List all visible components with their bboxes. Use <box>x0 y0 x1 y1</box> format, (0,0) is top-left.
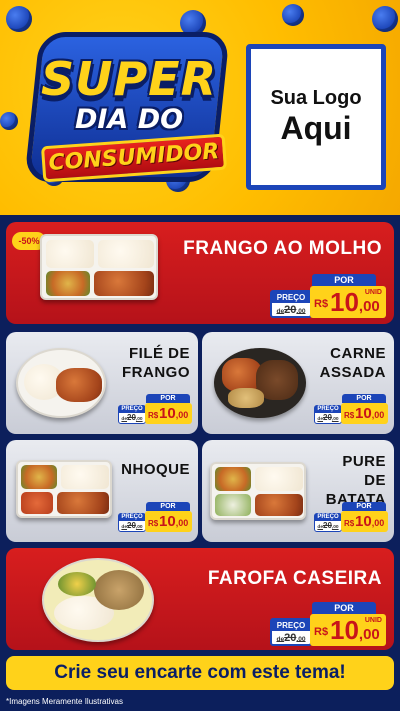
coin-icon <box>372 6 398 32</box>
current-price: R$ 10,00 UNID <box>310 286 386 318</box>
logo-text-line2: Aqui <box>280 110 352 146</box>
price-tag: POR PREÇO de20,00 R$ 10,00 <box>314 394 388 424</box>
product-name: FILÉ DE FRANGO <box>122 345 190 381</box>
food-image <box>40 234 158 300</box>
headline-dia-do: DIA DO <box>74 104 184 135</box>
food-image <box>214 348 306 418</box>
product-name: FRANGO AO MOLHO <box>183 238 382 259</box>
price-tag: POR PREÇO de20,00 R$ 10,00 <box>118 502 192 532</box>
coin-icon <box>282 4 304 26</box>
logo-text-line1: Sua Logo <box>270 87 362 109</box>
headline-super: SUPER <box>40 52 218 106</box>
food-image <box>42 558 154 642</box>
current-price: R$ 10,00 UNID <box>310 614 386 646</box>
super-dia-badge: SUPER DIA DO CONSUMIDOR <box>14 24 244 200</box>
food-image <box>16 348 106 418</box>
current-price: R$ 10,00 <box>341 403 388 424</box>
disclaimer-text: *Imagens Meramente Ilustrativas <box>6 697 123 706</box>
product-name: CARNE ASSADA <box>319 345 386 381</box>
price-tag: POR PREÇO de20,00 R$ 10,00 UNID <box>270 274 386 318</box>
price-tag: POR PREÇO de20,00 R$ 10,00 <box>118 394 192 424</box>
logo-placeholder: Sua Logo Aqui <box>246 44 386 190</box>
old-price: PREÇO de20,00 <box>118 513 146 532</box>
product-card-file-de-frango[interactable]: FILÉ DE FRANGO POR PREÇO de20,00 R$ 10,0… <box>6 332 198 434</box>
old-price: PREÇO de20,00 <box>314 405 342 424</box>
food-image <box>16 460 112 518</box>
product-card-farofa-caseira[interactable]: FAROFA CASEIRA POR PREÇO de20,00 R$ 10,0… <box>6 548 394 650</box>
current-price: R$ 10,00 <box>341 511 388 532</box>
old-price: PREÇO de20,00 <box>118 405 146 424</box>
product-card-nhoque[interactable]: NHOQUE POR PREÇO de20,00 R$ 10,00 <box>6 440 198 542</box>
old-price: PREÇO de20,00 <box>314 513 342 532</box>
current-price: R$ 10,00 <box>145 403 192 424</box>
current-price: R$ 10,00 <box>145 511 192 532</box>
cta-banner[interactable]: Crie seu encarte com este tema! <box>6 656 394 690</box>
price-tag: POR PREÇO de20,00 R$ 10,00 <box>314 502 388 532</box>
product-name: FAROFA CASEIRA <box>207 568 382 589</box>
product-card-pure-de-batata[interactable]: PURE DE BATATA POR PREÇO de20,00 R$ 10,0… <box>202 440 394 542</box>
food-image <box>210 462 306 520</box>
old-price: PREÇO de20,00 <box>270 618 312 646</box>
product-card-carne-assada[interactable]: CARNE ASSADA POR PREÇO de20,00 R$ 10,00 <box>202 332 394 434</box>
product-name: PURE DE BATATA <box>325 453 386 508</box>
header-banner: SUPER DIA DO CONSUMIDOR Sua Logo Aqui <box>0 0 400 215</box>
old-price: PREÇO de20,00 <box>270 290 312 318</box>
price-tag: POR PREÇO de20,00 R$ 10,00 UNID <box>270 602 386 646</box>
price-por-label: POR <box>312 274 376 286</box>
product-card-frango-ao-molho[interactable]: -50% FRANGO AO MOLHO POR PREÇO de20,00 R… <box>6 222 394 324</box>
product-name: NHOQUE <box>121 461 190 478</box>
